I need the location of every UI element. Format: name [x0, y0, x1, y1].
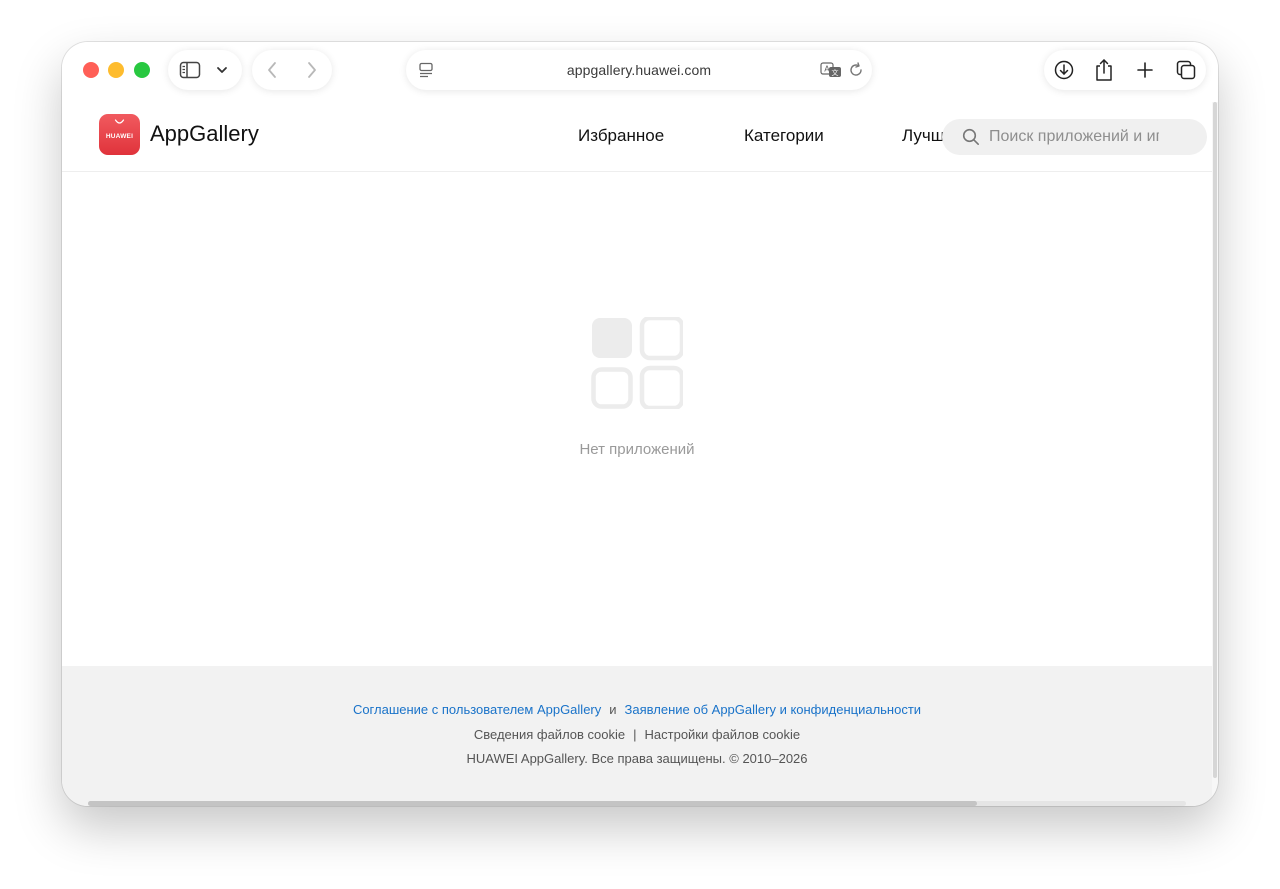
- chevron-right-icon[interactable]: [306, 61, 318, 79]
- chevron-down-icon[interactable]: [216, 65, 228, 75]
- tab-overview-icon[interactable]: [1176, 60, 1196, 80]
- empty-state-message: Нет приложений: [579, 441, 695, 458]
- shopping-bag-icon: [114, 119, 125, 124]
- huawei-logo[interactable]: HUAWEI: [99, 114, 140, 155]
- brand-name[interactable]: AppGallery: [150, 121, 259, 147]
- browser-toolbar: appgallery.huawei.com A 文: [62, 42, 1218, 102]
- footer-legal-links: Соглашение с пользователем AppGallery и За…: [62, 702, 1212, 717]
- horizontal-scroll-thumb[interactable]: [88, 801, 978, 806]
- search-icon: [962, 128, 980, 146]
- nav-clip: Лучшие: [892, 102, 944, 170]
- main-content: Нет приложений: [62, 172, 1212, 666]
- copyright-text: HUAWEI AppGallery. Все права защищены. ©…: [466, 751, 808, 766]
- sidebar-toggle-group: [168, 50, 242, 90]
- site-header: HUAWEI AppGallery Избранное Категории Лу…: [62, 102, 1212, 172]
- footer-and: и: [609, 702, 617, 717]
- url-text[interactable]: appgallery.huawei.com: [406, 62, 872, 78]
- address-bar[interactable]: appgallery.huawei.com A 文: [406, 50, 872, 90]
- share-icon[interactable]: [1094, 58, 1114, 82]
- reload-icon[interactable]: [848, 62, 864, 78]
- zoom-window-button[interactable]: [134, 62, 150, 78]
- browser-window: appgallery.huawei.com A 文 HUAWEI AppGall…: [62, 42, 1218, 806]
- search-input[interactable]: Поиск приложений и игр: [942, 119, 1207, 155]
- nav-item-categories[interactable]: Категории: [744, 126, 824, 146]
- horizontal-scrollbar[interactable]: [88, 801, 1186, 806]
- close-window-button[interactable]: [83, 62, 99, 78]
- user-agreement-link[interactable]: Соглашение с пользователем AppGallery: [353, 702, 601, 717]
- logo-text: HUAWEI: [105, 133, 134, 140]
- site-footer: Соглашение с пользователем AppGallery и За…: [62, 666, 1212, 806]
- nav-item-featured[interactable]: Избранное: [578, 126, 664, 146]
- chevron-left-icon[interactable]: [266, 61, 278, 79]
- footer-cookie-links: Сведения файлов cookie | Настройки файлов …: [62, 727, 1212, 742]
- app-grid-icon: [591, 317, 683, 409]
- toolbar-actions: [1044, 50, 1206, 90]
- translate-icon[interactable]: A 文: [820, 62, 842, 78]
- plus-icon[interactable]: [1136, 61, 1154, 79]
- vertical-scroll-thumb[interactable]: [1213, 102, 1217, 778]
- minimize-window-button[interactable]: [108, 62, 124, 78]
- privacy-statement-link[interactable]: Заявление об AppGallery и конфиденциальн…: [625, 702, 922, 717]
- cookie-info-link[interactable]: Сведения файлов cookie: [474, 727, 625, 742]
- footer-divider: |: [633, 727, 637, 742]
- search-placeholder: Поиск приложений и игр: [989, 128, 1159, 145]
- cookie-settings-link[interactable]: Настройки файлов cookie: [645, 727, 801, 742]
- sidebar-icon[interactable]: [179, 61, 201, 79]
- download-icon[interactable]: [1054, 60, 1074, 80]
- navigation-group: [252, 50, 332, 90]
- svg-text:文: 文: [832, 68, 839, 77]
- nav-item-top[interactable]: Лучшие: [902, 126, 944, 146]
- vertical-scrollbar[interactable]: [1212, 102, 1218, 806]
